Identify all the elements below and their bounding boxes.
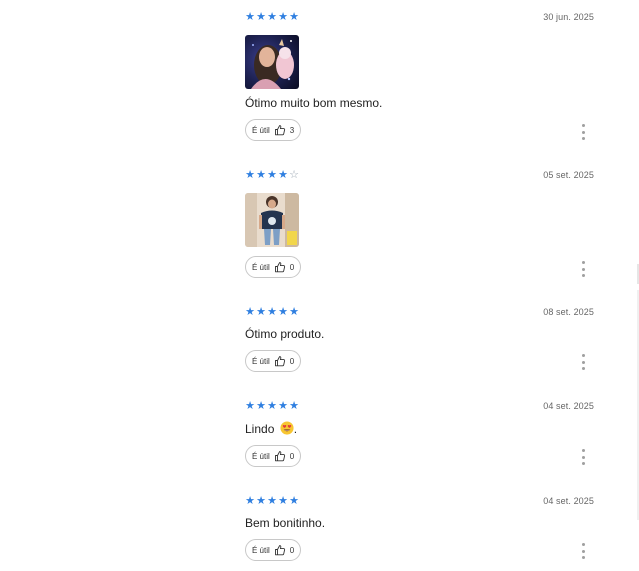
helpful-count: 0 [289,356,295,366]
star-filled-icon: ★ [245,495,255,507]
thumbs-up-icon [274,125,285,136]
star-filled-icon: ★ [278,495,288,507]
review-item: ★ ★ ★ ★ ★ 04 set. 2025 Lindo . É útil 0 [245,400,597,472]
review-item: ★ ★ ★ ★ ★ 30 jun. 2025 Ótimo muito bom m… [245,11,597,146]
helpful-label: É útil [252,545,270,555]
star-rating: ★ ★ ★ ★ ★ [245,400,299,412]
review-item: ★ ★ ★ ★ ★ 08 set. 2025 Ótimo produto. É útil… [245,306,597,378]
star-filled-icon: ★ [289,400,299,412]
helpful-count: 0 [289,451,295,461]
review-header: ★ ★ ★ ★ ★ 04 set. 2025 [245,400,597,414]
star-rating: ★ ★ ★ ★ ★ [245,306,299,318]
thumbs-up-icon [274,356,285,367]
helpful-label: É útil [252,356,270,366]
review-date: 30 jun. 2025 [543,12,594,22]
review-photo-image [245,193,299,247]
star-filled-icon: ★ [256,169,266,181]
helpful-label: É útil [252,451,270,461]
star-filled-icon: ★ [245,169,255,181]
star-filled-icon: ★ [256,306,266,318]
helpful-button[interactable]: É útil 0 [245,256,302,278]
star-rating: ★ ★ ★ ★ ★ [245,495,299,507]
review-date: 04 set. 2025 [543,496,594,506]
thumbs-up-icon [274,545,285,556]
helpful-count: 0 [289,545,295,555]
review-comment-suffix: . [293,422,298,436]
review-photo[interactable] [245,35,299,89]
more-vertical-icon[interactable] [580,124,586,140]
helpful-label: É útil [252,262,270,272]
star-filled-icon: ★ [289,495,299,507]
review-item: ★ ★ ★ ★ ★ 04 set. 2025 Bem bonitinho. É útil… [245,495,597,565]
heart-eyes-emoji-icon [280,421,294,435]
star-empty-icon: ☆ [289,169,299,181]
star-filled-icon: ★ [278,306,288,318]
review-comment-text: Lindo [245,422,275,436]
star-filled-icon: ★ [256,495,266,507]
star-rating: ★ ★ ★ ★ ☆ [245,169,299,181]
review-comment: Bem bonitinho. [245,516,326,530]
star-filled-icon: ★ [267,495,277,507]
helpful-count: 3 [289,125,295,135]
star-filled-icon: ★ [267,11,277,23]
review-photo[interactable] [245,193,299,247]
star-filled-icon: ★ [256,11,266,23]
helpful-button[interactable]: É útil 3 [245,119,302,141]
helpful-button[interactable]: É útil 0 [245,445,302,467]
star-filled-icon: ★ [289,306,299,318]
review-date: 04 set. 2025 [543,401,594,411]
star-filled-icon: ★ [245,400,255,412]
helpful-button[interactable]: É útil 0 [245,350,302,372]
star-filled-icon: ★ [245,11,255,23]
more-vertical-icon[interactable] [580,449,586,465]
thumbs-up-icon [274,262,285,273]
star-filled-icon: ★ [278,11,288,23]
star-filled-icon: ★ [267,306,277,318]
more-vertical-icon[interactable] [580,354,586,370]
star-filled-icon: ★ [267,400,277,412]
review-comment: Ótimo muito bom mesmo. [245,96,383,110]
star-filled-icon: ★ [278,169,288,181]
helpful-count: 0 [289,262,295,272]
helpful-button[interactable]: É útil 0 [245,539,302,561]
star-rating: ★ ★ ★ ★ ★ [245,11,299,23]
review-header: ★ ★ ★ ★ ★ 08 set. 2025 [245,306,597,320]
review-photo-image [245,35,299,89]
review-header: ★ ★ ★ ★ ☆ 05 set. 2025 [245,169,597,183]
review-header: ★ ★ ★ ★ ★ 04 set. 2025 [245,495,597,509]
thumbs-up-icon [274,451,285,462]
helpful-label: É útil [252,125,270,135]
star-filled-icon: ★ [245,306,255,318]
more-vertical-icon[interactable] [580,543,586,559]
star-filled-icon: ★ [278,400,288,412]
review-comment: Ótimo produto. [245,327,325,341]
review-item: ★ ★ ★ ★ ☆ 05 set. 2025 É útil 0 [245,169,597,284]
review-date: 05 set. 2025 [543,170,594,180]
review-comment: Lindo . [245,421,297,436]
star-filled-icon: ★ [267,169,277,181]
star-filled-icon: ★ [289,11,299,23]
review-header: ★ ★ ★ ★ ★ 30 jun. 2025 [245,11,597,25]
star-filled-icon: ★ [256,400,266,412]
review-date: 08 set. 2025 [543,307,594,317]
more-vertical-icon[interactable] [580,261,586,277]
